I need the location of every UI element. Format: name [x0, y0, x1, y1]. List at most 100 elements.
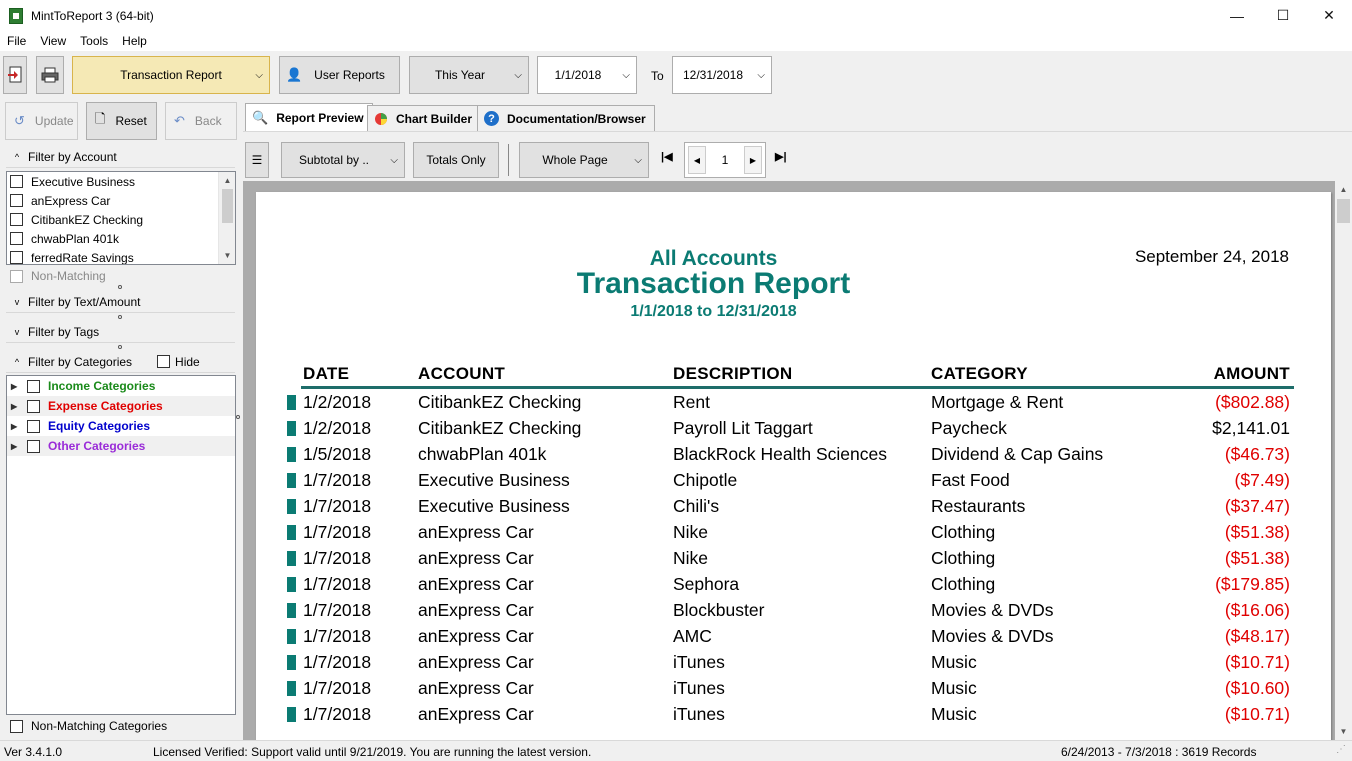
- cell-account: anExpress Car: [418, 522, 534, 542]
- checkbox[interactable]: [10, 232, 23, 245]
- back-button[interactable]: ↶ Back: [165, 102, 237, 140]
- report-scrollbar[interactable]: ▲ ▼: [1335, 181, 1352, 740]
- table-row[interactable]: 1/7/2018 anExpress Car Blockbuster Movies &…: [256, 600, 1331, 626]
- checkbox[interactable]: [10, 194, 23, 207]
- table-row[interactable]: 1/2/2018 CitibankEZ Checking Rent Mortgage …: [256, 392, 1331, 418]
- table-row[interactable]: 1/2/2018 CitibankEZ Checking Payroll Lit T…: [256, 418, 1331, 444]
- minimize-button[interactable]: —: [1214, 0, 1260, 31]
- date-from-picker[interactable]: 1/1/2018 ⌵: [537, 56, 637, 94]
- splitter-handle[interactable]: [118, 285, 122, 289]
- hide-checkbox[interactable]: [157, 355, 171, 368]
- filter-categories-header[interactable]: ^ Filter by Categories Hide: [6, 351, 235, 373]
- expand-arrow-icon[interactable]: ▶: [11, 402, 27, 411]
- filter-tags-header[interactable]: v Filter by Tags: [6, 321, 235, 343]
- period-select[interactable]: This Year ⌵: [409, 56, 529, 94]
- scroll-thumb[interactable]: [1337, 199, 1350, 223]
- scroll-thumb[interactable]: [222, 189, 233, 223]
- tree-item[interactable]: ▶ Income Categories: [7, 376, 235, 396]
- chevron-down-icon: ⌵: [255, 69, 263, 81]
- cell-amount: ($37.47): [1224, 496, 1290, 516]
- close-button[interactable]: ✕: [1306, 0, 1352, 31]
- prev-page-icon[interactable]: ◀: [688, 146, 706, 174]
- tree-item[interactable]: ▶ Other Categories: [7, 436, 235, 456]
- maximize-button[interactable]: ☐: [1260, 0, 1306, 31]
- checkbox[interactable]: [27, 419, 40, 433]
- list-item[interactable]: CitibankEZ Checking: [7, 210, 235, 229]
- checkbox[interactable]: [10, 175, 23, 188]
- cell-account: anExpress Car: [418, 678, 534, 698]
- date-to-picker[interactable]: 12/31/2018 ⌵: [672, 56, 772, 94]
- tree-item[interactable]: ▶ Equity Categories: [7, 416, 235, 436]
- non-matching-option[interactable]: Non-Matching: [10, 269, 106, 283]
- table-row[interactable]: 1/7/2018 anExpress Car Nike Clothing ($51.38…: [256, 522, 1331, 548]
- splitter-handle[interactable]: [118, 345, 122, 349]
- outline-toggle-button[interactable]: ☰: [245, 142, 269, 178]
- non-matching-categories-option[interactable]: Non-Matching Categories: [10, 719, 167, 733]
- panel-splitter-handle[interactable]: [236, 415, 240, 419]
- checkbox[interactable]: [10, 251, 23, 264]
- resize-grip-icon[interactable]: ⋰: [1336, 744, 1346, 755]
- checkbox[interactable]: [27, 439, 40, 453]
- document-icon: 🗋: [95, 111, 106, 126]
- filter-text-header[interactable]: v Filter by Text/Amount: [6, 291, 235, 313]
- totals-only-button[interactable]: Totals Only: [413, 142, 499, 178]
- menu-help[interactable]: Help: [115, 34, 154, 48]
- scroll-up-icon[interactable]: ▲: [219, 172, 235, 189]
- menu-tools[interactable]: Tools: [73, 34, 115, 48]
- expand-arrow-icon[interactable]: ▶: [11, 382, 27, 391]
- filter-text-label: Filter by Text/Amount: [28, 294, 141, 309]
- last-page-icon[interactable]: ▶|: [775, 150, 787, 163]
- export-button[interactable]: [3, 56, 27, 94]
- tab-chart-builder[interactable]: Chart Builder: [367, 105, 482, 131]
- menu-view[interactable]: View: [33, 34, 73, 48]
- tab-documentation[interactable]: ? Documentation/Browser: [477, 105, 655, 131]
- checkbox[interactable]: [10, 213, 23, 226]
- list-item[interactable]: chwabPlan 401k: [7, 229, 235, 248]
- tree-item[interactable]: ▶ Expense Categories: [7, 396, 235, 416]
- non-matching-label: Non-Matching: [31, 269, 106, 283]
- list-item[interactable]: ferredRate Savings: [7, 248, 235, 264]
- subtotal-select[interactable]: Subtotal by .. ⌵: [281, 142, 405, 178]
- tab-bar: 🔍 Report Preview Chart Builder ? Documen…: [243, 98, 1352, 132]
- tab-report-preview[interactable]: 🔍 Report Preview: [245, 103, 373, 132]
- table-row[interactable]: 1/7/2018 anExpress Car iTunes Music ($10.71): [256, 704, 1331, 730]
- table-row[interactable]: 1/7/2018 anExpress Car AMC Movies & DVDs ($4…: [256, 626, 1331, 652]
- checkbox[interactable]: [27, 399, 40, 413]
- page-number-input[interactable]: 1: [709, 153, 741, 167]
- filter-account-header[interactable]: ^ Filter by Account: [6, 146, 235, 168]
- expand-arrow-icon[interactable]: ▶: [11, 422, 27, 431]
- table-row[interactable]: 1/5/2018 chwabPlan 401k BlackRock Health S…: [256, 444, 1331, 470]
- scroll-down-icon[interactable]: ▼: [1335, 723, 1352, 740]
- version-text: Ver 3.4.1.0: [4, 745, 63, 759]
- next-page-icon[interactable]: ▶: [744, 146, 762, 174]
- list-item[interactable]: anExpress Car: [7, 191, 235, 210]
- update-button[interactable]: ↺ Update: [5, 102, 78, 140]
- splitter-handle[interactable]: [118, 315, 122, 319]
- table-row[interactable]: 1/7/2018 anExpress Car iTunes Music ($10.60): [256, 678, 1331, 704]
- report-type-select[interactable]: Transaction Report ⌵: [72, 56, 270, 94]
- reset-button[interactable]: 🗋 Reset: [86, 102, 157, 140]
- menu-file[interactable]: File: [0, 34, 33, 48]
- table-row[interactable]: 1/7/2018 Executive Business Chipotle Fast F…: [256, 470, 1331, 496]
- table-row[interactable]: 1/7/2018 Executive Business Chili's Restaur…: [256, 496, 1331, 522]
- chevron-down-icon: ⌵: [390, 154, 398, 166]
- checkbox[interactable]: [27, 379, 40, 393]
- list-item[interactable]: Executive Business: [7, 172, 235, 191]
- checkbox[interactable]: [10, 269, 23, 283]
- subtotal-value: Subtotal by ..: [298, 153, 370, 167]
- cell-account: Executive Business: [418, 496, 570, 516]
- user-icon: 👤: [286, 67, 303, 82]
- print-button[interactable]: [36, 56, 64, 94]
- zoom-select[interactable]: Whole Page ⌵: [519, 142, 649, 178]
- scroll-up-icon[interactable]: ▲: [1335, 181, 1352, 198]
- table-row[interactable]: 1/7/2018 anExpress Car iTunes Music ($10.71): [256, 652, 1331, 678]
- table-row[interactable]: 1/7/2018 anExpress Car Nike Clothing ($51.38…: [256, 548, 1331, 574]
- first-page-icon[interactable]: |◀: [661, 150, 673, 163]
- scroll-down-icon[interactable]: ▼: [219, 247, 235, 264]
- table-row[interactable]: 1/7/2018 anExpress Car Sephora Clothing ($17…: [256, 574, 1331, 600]
- user-reports-button[interactable]: 👤 User Reports: [279, 56, 400, 94]
- checkbox[interactable]: [10, 719, 23, 733]
- account-list-scrollbar[interactable]: ▲ ▼: [218, 172, 235, 264]
- expand-arrow-icon[interactable]: ▶: [11, 442, 27, 451]
- tab-label: Chart Builder: [396, 111, 473, 126]
